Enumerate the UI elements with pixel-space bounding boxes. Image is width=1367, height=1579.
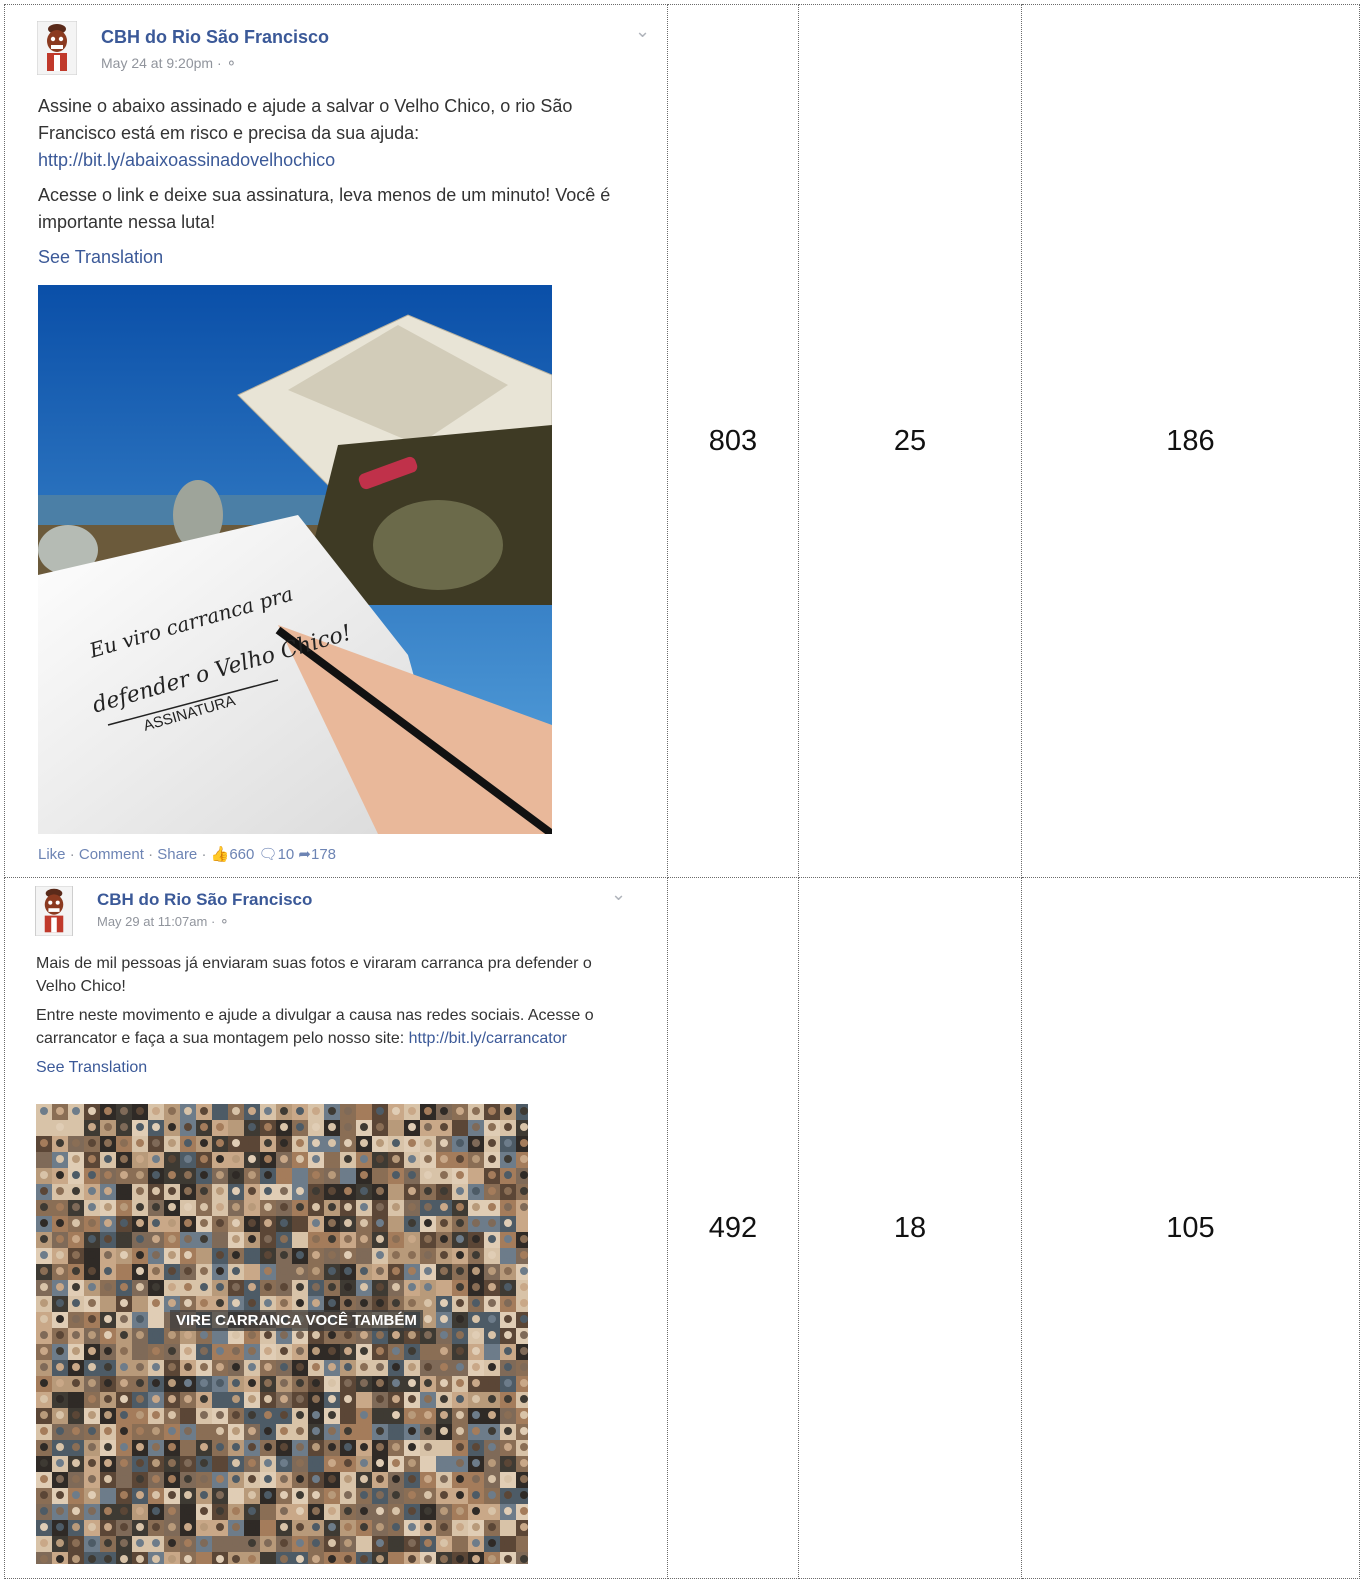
metric-cell: 492 [667,877,799,1579]
action-separator: · [201,846,211,863]
post-paragraph: Assine o abaixo assinado e ajude a salva… [38,93,638,174]
page-avatar[interactable] [35,886,73,936]
report-table: CBH do Rio São Francisco May 24 at 9:20p… [4,4,1360,1579]
page-avatar[interactable] [37,21,77,75]
globe-icon: ⚬ [218,914,230,929]
post-timestamp[interactable]: May 29 at 11:07am [97,914,207,929]
facebook-post: CBH do Rio São Francisco May 29 at 11:07… [5,878,667,1578]
post-paragraph: Entre neste movimento e ajude a divulgar… [36,1004,621,1050]
post-cell: CBH do Rio São Francisco May 24 at 9:20p… [4,4,668,878]
metric-cell: 105 [1021,877,1360,1579]
metric-cell: 25 [798,4,1022,878]
post-meta: May 29 at 11:07am · ⚬ [97,914,230,930]
action-separator: · [69,846,79,863]
post-photo[interactable]: Eu viro carranca pra defender o Velho Ch… [38,285,552,834]
photo-mosaic-grid [36,1104,528,1564]
table-row: CBH do Rio São Francisco May 24 at 9:20p… [4,4,1360,878]
post-body: Mais de mil pessoas já enviaram suas fot… [36,952,621,1087]
facebook-post: CBH do Rio São Francisco May 24 at 9:20p… [5,5,667,877]
post-author-link[interactable]: CBH do Rio São Francisco [97,890,312,910]
thumbs-up-icon: 👍 [210,846,230,863]
post-body: Assine o abaixo assinado e ajude a salva… [38,93,638,279]
metric-cell: 18 [798,877,1022,1579]
comment-icon: 🗨 [258,846,278,863]
see-translation-link[interactable]: See Translation [36,1056,621,1079]
post-paragraph: Acesse o link e deixe sua assinatura, le… [38,185,611,232]
share-icon: ➦ [298,846,311,863]
share-link[interactable]: Share [157,846,197,863]
post-paragraph-text: Assine o abaixo assinado e ajude a salva… [38,96,573,143]
post-photo-illustration [38,285,552,834]
mosaic-banner: VIRE CARRANCA VOCÊ TAMBÉM [170,1310,423,1331]
post-actions: Like · Comment · Share · 👍660 🗨10 ➦178 [38,845,336,863]
metric-cell: 803 [667,4,799,878]
chevron-down-icon[interactable]: ⌄ [635,21,650,42]
meta-separator: · [216,55,222,71]
chevron-down-icon[interactable]: ⌄ [611,884,626,905]
post-link[interactable]: http://bit.ly/carrancator [409,1030,567,1047]
metric-cell: 186 [1021,4,1360,878]
globe-icon: ⚬ [225,55,238,71]
action-separator: · [148,846,158,863]
like-link[interactable]: Like [38,846,66,863]
post-cell: CBH do Rio São Francisco May 29 at 11:07… [4,877,668,1579]
meta-separator: · [210,914,216,929]
post-paragraph: Mais de mil pessoas já enviaram suas fot… [36,955,592,995]
table-row: CBH do Rio São Francisco May 29 at 11:07… [4,877,1360,1579]
post-meta: May 24 at 9:20pm · ⚬ [101,55,237,72]
see-translation-link[interactable]: See Translation [38,244,638,271]
shares-count[interactable]: 178 [311,846,336,863]
post-link[interactable]: http://bit.ly/abaixoassinadovelhochico [38,150,335,170]
post-photo-mosaic[interactable]: VIRE CARRANCA VOCÊ TAMBÉM [36,1104,528,1564]
post-author-link[interactable]: CBH do Rio São Francisco [101,27,329,48]
post-timestamp[interactable]: May 24 at 9:20pm [101,55,213,71]
comment-link[interactable]: Comment [79,846,144,863]
likes-count[interactable]: 660 [229,846,254,863]
comments-count[interactable]: 10 [278,846,295,863]
